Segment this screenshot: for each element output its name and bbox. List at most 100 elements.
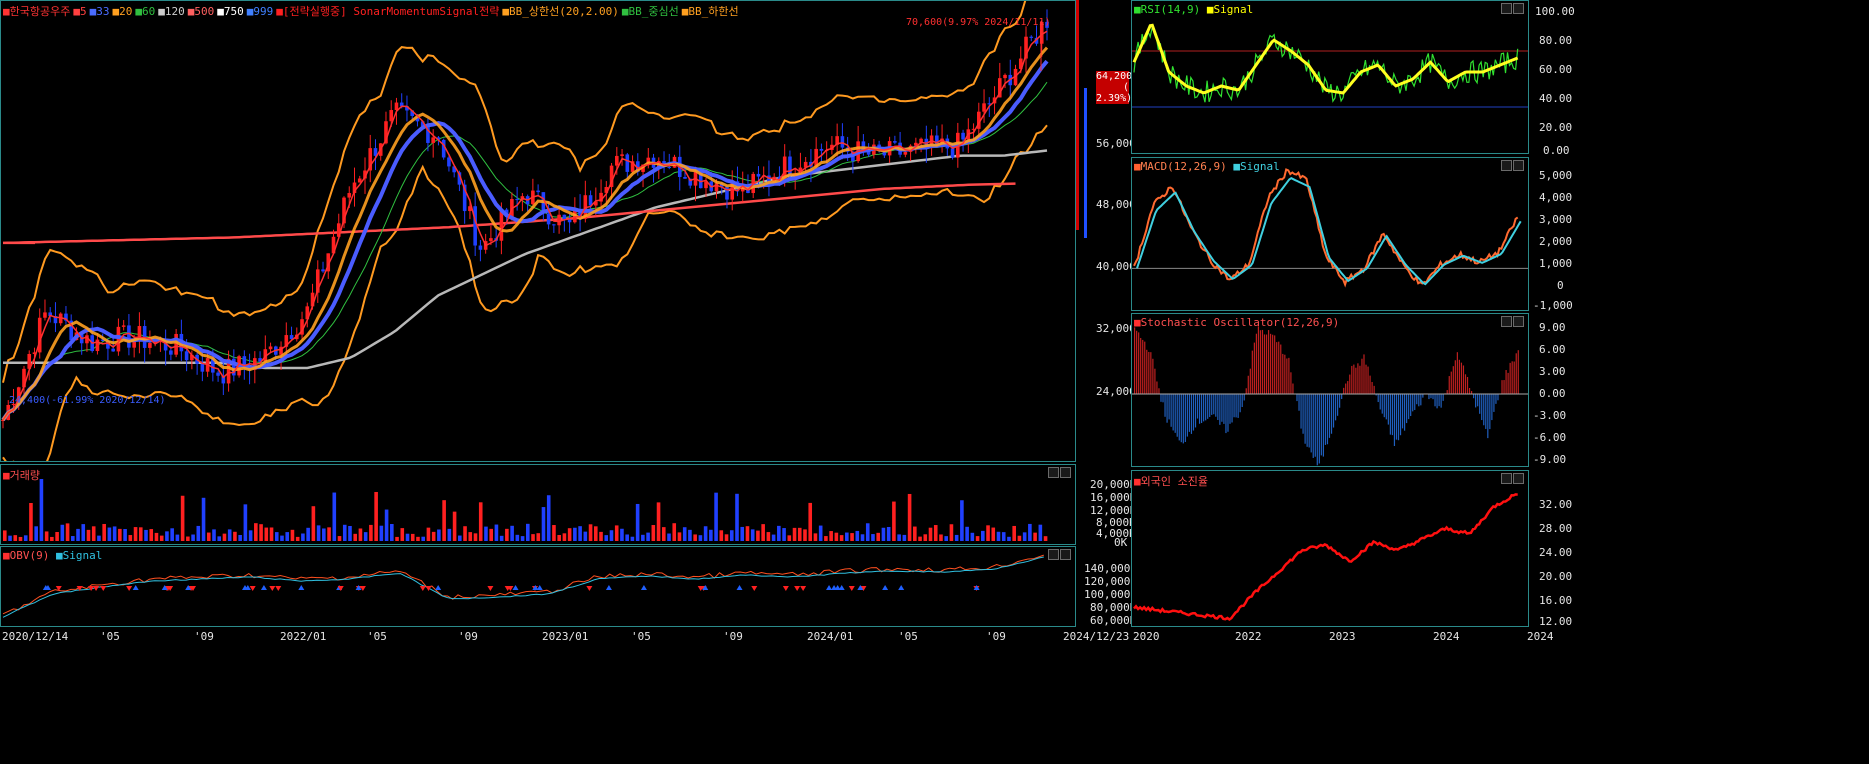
stochastic-bar — [1334, 394, 1337, 421]
stochastic-bar — [1381, 394, 1383, 414]
restore-button[interactable] — [1501, 316, 1512, 327]
stochastic-bar — [1203, 394, 1205, 422]
volume-bar — [112, 526, 117, 541]
stochastic-bar — [1200, 394, 1203, 424]
candle-body — [615, 155, 619, 166]
stochastic-bar — [1363, 354, 1365, 394]
volume-bar — [395, 536, 399, 541]
volume-bar — [892, 501, 896, 541]
restore-button[interactable] — [1501, 473, 1512, 484]
volume-bar — [233, 531, 237, 541]
close-button[interactable] — [1513, 3, 1524, 14]
stochastic-bar — [1418, 394, 1420, 407]
stochastic-bar — [1493, 394, 1495, 412]
volume-bar — [118, 528, 122, 541]
candle-body — [184, 351, 189, 361]
volume-bar — [259, 524, 263, 541]
signal-arrow — [882, 585, 889, 590]
volume-bar — [342, 524, 347, 541]
volume-bar — [918, 536, 922, 541]
signal-arrow — [838, 585, 845, 590]
obv-chart — [2, 554, 1044, 618]
stochastic-bar — [1322, 394, 1324, 457]
close-button[interactable] — [1513, 160, 1524, 171]
volume-bar — [196, 525, 201, 541]
ma120-line — [3, 149, 1048, 370]
candle-body — [347, 193, 352, 198]
candle-body — [546, 213, 551, 225]
stochastic-bar — [1397, 394, 1400, 441]
close-button[interactable] — [1060, 467, 1071, 478]
stochastic-bar — [1406, 394, 1408, 424]
stochastic-bar — [1330, 394, 1333, 434]
signal-arrow — [831, 585, 838, 590]
restore-button[interactable] — [1501, 3, 1512, 14]
price-panel[interactable]: ■한국항공우주 ■5 ■33 ■20 ■60 ■120 ■500 ■750 ■999 ■[전략실행… — [0, 0, 1076, 462]
stochastic-bar — [1448, 376, 1450, 394]
close-button[interactable] — [1513, 473, 1524, 484]
stochastic-bar — [1215, 394, 1217, 417]
stochastic-bar — [1337, 394, 1339, 416]
stochastic-bar — [1383, 394, 1385, 418]
stochastic-bar — [1306, 394, 1308, 447]
candle-body — [588, 195, 593, 206]
volume-bar — [1033, 532, 1037, 541]
volume-bar — [505, 528, 509, 541]
restore-button[interactable] — [1501, 160, 1512, 171]
restore-button[interactable] — [1048, 549, 1059, 560]
volume-bar — [311, 506, 316, 541]
volume-bar — [400, 528, 405, 541]
volume-bar — [526, 523, 530, 541]
volume-bar — [437, 529, 441, 541]
volume-bar — [604, 535, 609, 541]
stochastic-bar — [1357, 363, 1359, 394]
stochastic-bar — [1223, 394, 1225, 424]
volume-bar — [149, 529, 154, 541]
rsi-panel[interactable]: ■RSI(14,9) ■Signal — [1131, 0, 1529, 154]
volume-bar — [996, 531, 1001, 541]
volume-bar — [531, 534, 535, 541]
stochastic-bar — [1298, 394, 1300, 411]
stochastic-bar — [1265, 334, 1268, 394]
volume-bar — [609, 530, 614, 541]
stochastic-bar — [1217, 394, 1219, 421]
stochastic-bar — [1241, 394, 1243, 407]
volume-bar — [771, 534, 776, 541]
legend-entry: [전략실행중] SonarMomentumSignal전략 — [282, 5, 500, 18]
stochastic-bar — [1328, 394, 1331, 438]
volume-bar — [13, 535, 18, 541]
volume-bar — [421, 536, 425, 541]
stochastic-bar — [1182, 394, 1184, 444]
volume-bar — [688, 529, 692, 541]
signal-arrow — [736, 585, 743, 590]
volume-bar — [510, 525, 514, 541]
signal-arrow — [826, 585, 833, 590]
stochastic-bar — [1456, 352, 1458, 394]
volume-bar — [494, 524, 499, 541]
stochastic-bar — [1154, 368, 1156, 394]
obv-panel[interactable]: ■OBV(9) ■Signal — [0, 546, 1076, 627]
volume-bar — [447, 528, 452, 541]
stochastic-bar — [1221, 394, 1223, 422]
volume-bar — [646, 532, 650, 541]
stochastic-bar — [1351, 365, 1353, 394]
volume-bar — [217, 536, 222, 541]
volume-bar — [651, 525, 656, 541]
macd-panel[interactable]: ■MACD(12,26,9) ■Signal — [1131, 157, 1529, 311]
rsi-y-axis: 100.00 80.00 60.00 40.00 20.00 0.00 — [1529, 0, 1575, 157]
legend-entry: BB_상한선(20,2.00) — [509, 5, 619, 18]
close-button[interactable] — [1513, 316, 1524, 327]
volume-bar — [44, 531, 49, 541]
candle-body — [552, 224, 556, 226]
legend-entry: 120 — [164, 5, 185, 18]
stochastic-bar — [1188, 394, 1191, 432]
foreign-panel[interactable]: ■외국인 소진율 — [1131, 470, 1529, 627]
stochastic-bar — [1164, 394, 1166, 417]
stochastic-bar — [1219, 394, 1221, 425]
close-button[interactable] — [1060, 549, 1071, 560]
volume-panel[interactable]: ■거래량 — [0, 464, 1076, 545]
restore-button[interactable] — [1048, 467, 1059, 478]
stochastic-bar — [1144, 341, 1146, 394]
volume-bar — [29, 503, 33, 541]
stochastic-panel[interactable]: ■Stochastic Oscillator(12,26,9) — [1131, 313, 1529, 467]
